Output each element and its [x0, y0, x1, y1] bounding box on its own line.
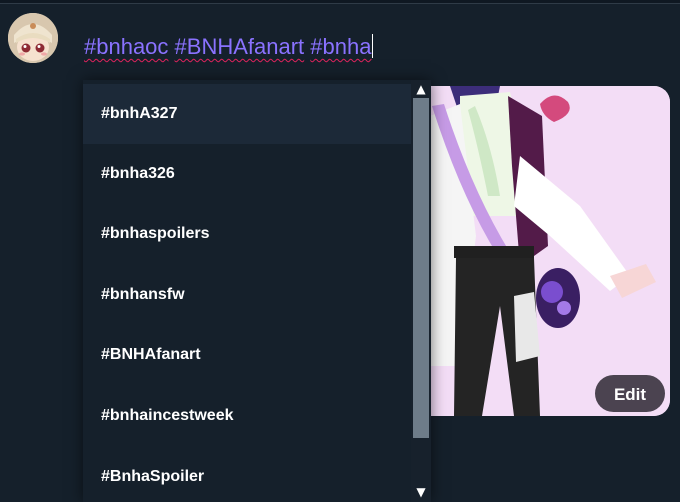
top-divider	[0, 0, 680, 4]
hashtag-text: #bnhaoc	[84, 34, 169, 59]
hashtag-suggestion[interactable]: #bnhA327	[83, 84, 411, 144]
text-caret	[372, 34, 374, 58]
chevron-up-icon[interactable]: ▲	[413, 81, 429, 97]
avatar[interactable]	[8, 13, 58, 63]
attached-image-artwork	[430, 86, 670, 416]
edit-image-button[interactable]: Edit	[595, 375, 665, 412]
suggestions-scrollbar[interactable]: ▲ ▼	[411, 80, 431, 502]
hashtag-suggestion[interactable]: #bnhaincestweek	[83, 386, 411, 446]
tweet-text-input[interactable]: #bnhaoc #BNHAfanart #bnha	[84, 32, 374, 62]
hashtag-suggestions-dropdown: #bnhA327 #bnha326 #bnhaspoilers #bnhansf…	[83, 80, 431, 502]
avatar-image	[8, 13, 58, 63]
compose-page: #bnhaoc #BNHAfanart #bnha Edit #bnhA327 …	[0, 0, 680, 502]
hashtag-suggestion[interactable]: #bnhansfw	[83, 265, 411, 325]
hashtag-suggestion[interactable]: #bnha326	[83, 144, 411, 204]
scrollbar-thumb[interactable]	[413, 98, 429, 438]
hashtag-suggestion[interactable]: #BnhaSpoiler	[83, 447, 411, 502]
hashtag-text: #bnha	[310, 34, 372, 59]
hashtag-suggestion[interactable]: #BNHAfanart	[83, 325, 411, 385]
hashtag-text: #BNHAfanart	[174, 34, 305, 59]
attached-image[interactable]	[430, 86, 670, 416]
chevron-down-icon[interactable]: ▼	[413, 484, 429, 500]
hashtag-suggestion[interactable]: #bnhaspoilers	[83, 204, 411, 264]
